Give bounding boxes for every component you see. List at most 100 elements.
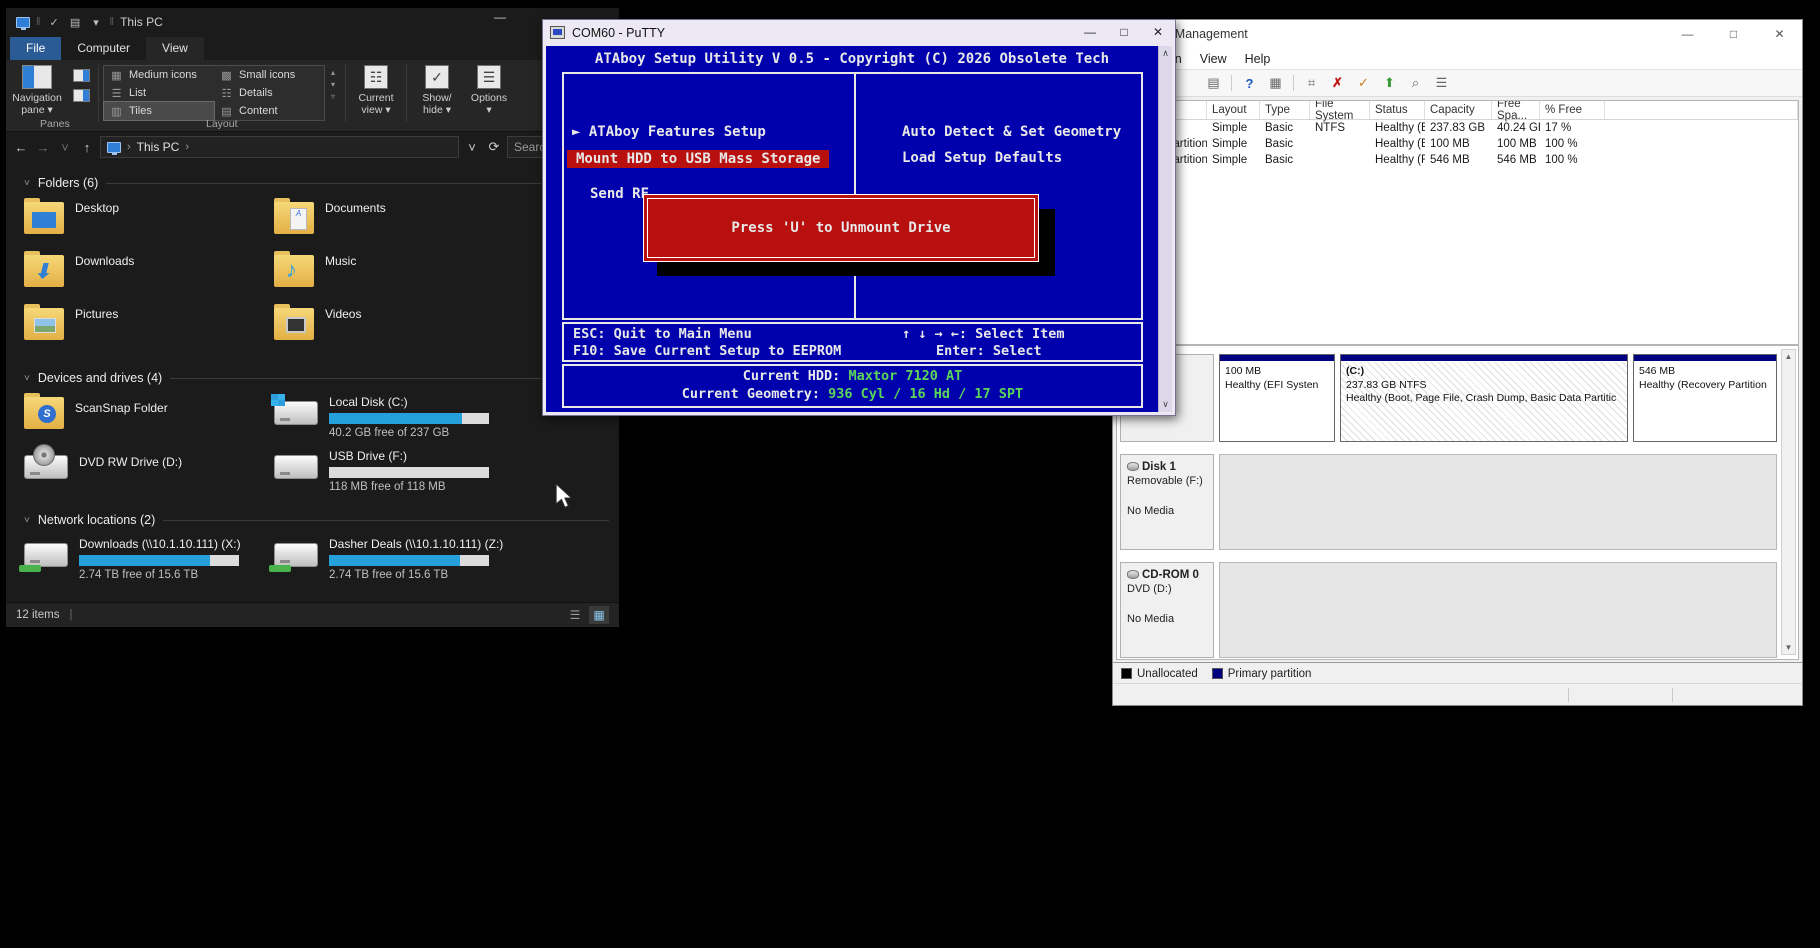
- primary-partition-stripe: [1220, 355, 1334, 362]
- layout-small-icons[interactable]: ▩ Small icons: [214, 66, 324, 84]
- collapse-chevron-icon[interactable]: ˅: [24, 515, 30, 526]
- scroll-up-icon[interactable]: ∧: [1162, 48, 1169, 59]
- col-type[interactable]: Type: [1260, 101, 1310, 119]
- menu-view[interactable]: View: [1200, 52, 1227, 66]
- back-icon[interactable]: ←: [12, 140, 30, 155]
- tab-view[interactable]: View: [146, 37, 204, 60]
- layout-more-icon[interactable]: ▿: [331, 92, 335, 101]
- up-icon[interactable]: ↑: [78, 140, 96, 155]
- scroll-up-icon[interactable]: ▲: [1785, 352, 1793, 361]
- tab-computer[interactable]: Computer: [61, 37, 146, 60]
- volume-row-partition1[interactable]: partition 1) Simple Basic Healthy (E... …: [1117, 136, 1798, 152]
- layout-scroll-up-icon[interactable]: ▴: [331, 68, 335, 77]
- help-icon[interactable]: ?: [1241, 75, 1258, 92]
- minimize-button[interactable]: —: [485, 10, 515, 24]
- folder-tile-pictures[interactable]: Pictures: [24, 304, 274, 357]
- forward-icon[interactable]: →: [34, 140, 52, 155]
- menu-item-features-setup[interactable]: ► ATAboy Features Setup: [572, 124, 766, 140]
- collapse-chevron-icon[interactable]: ˅: [24, 178, 30, 189]
- mark-active-icon[interactable]: ✓: [1355, 75, 1372, 92]
- volume-row-partition4[interactable]: partition 4) Simple Basic Healthy (R... …: [1117, 152, 1798, 168]
- address-dropdown-icon[interactable]: ˅: [463, 140, 481, 155]
- col-filesystem[interactable]: File System: [1310, 101, 1370, 122]
- delete-volume-icon[interactable]: ✗: [1329, 75, 1346, 92]
- menu-item-auto-detect[interactable]: Auto Detect & Set Geometry: [902, 124, 1121, 140]
- layout-medium-icons[interactable]: ▦ Medium icons: [104, 66, 214, 84]
- volume-list: Layout Type File System Status Capacity …: [1116, 100, 1799, 345]
- layout-tiles[interactable]: ▥ Tiles: [103, 101, 215, 121]
- menu-help[interactable]: Help: [1245, 52, 1271, 66]
- disk1-label-panel[interactable]: Disk 1 Removable (F:) No Media: [1120, 454, 1214, 550]
- network-tile-z[interactable]: Dasher Deals (\\10.1.10.111) (Z:) 2.74 T…: [269, 535, 524, 589]
- disk1-unallocated-region[interactable]: [1219, 454, 1777, 550]
- layout-scroll-down-icon[interactable]: ▾: [331, 80, 335, 89]
- menu-item-load-defaults[interactable]: Load Setup Defaults: [902, 150, 1062, 166]
- cdrom-label-panel[interactable]: CD-ROM 0 DVD (D:) No Media: [1120, 562, 1214, 658]
- collapse-chevron-icon[interactable]: ˅: [24, 373, 30, 384]
- volume-row-c[interactable]: Simple Basic NTFS Healthy (B... 237.83 G…: [1117, 120, 1798, 136]
- partition-c[interactable]: (C:) 237.83 GB NTFS Healthy (Boot, Page …: [1340, 354, 1628, 442]
- drive-tile-dvd[interactable]: DVD RW Drive (D:): [24, 444, 274, 501]
- folder-tile-music[interactable]: ♪ Music: [274, 251, 524, 304]
- refresh-icon[interactable]: ⟳: [485, 139, 503, 155]
- terminal-scrollbar[interactable]: ∧ ∨: [1158, 46, 1172, 412]
- partition-efi[interactable]: 100 MB Healthy (EFI Systen: [1219, 354, 1335, 442]
- network-tile-x[interactable]: Downloads (\\10.1.10.111) (X:) 2.74 TB f…: [19, 535, 274, 589]
- maximize-button[interactable]: □: [1107, 20, 1141, 44]
- minimize-button[interactable]: —: [1665, 20, 1710, 47]
- layout-details[interactable]: ☷ Details: [214, 84, 324, 102]
- details-view-toggle-icon[interactable]: ☰: [565, 606, 585, 624]
- menu-item-send-reset[interactable]: Send RE: [590, 186, 649, 202]
- folder-tile-downloads[interactable]: ⬇ Downloads: [24, 251, 274, 304]
- folder-tile-desktop[interactable]: Desktop: [24, 198, 274, 251]
- maximize-button[interactable]: □: [1711, 20, 1756, 47]
- report-icon[interactable]: ▤: [1205, 75, 1222, 92]
- qat-new-folder-icon[interactable]: ▤: [68, 16, 83, 29]
- qat-customize-caret-icon[interactable]: ▾: [89, 16, 104, 29]
- properties-icon[interactable]: ☰: [1433, 75, 1450, 92]
- thumbnail-view-toggle-icon[interactable]: ▦: [589, 606, 609, 624]
- col-layout[interactable]: Layout: [1207, 101, 1260, 119]
- partition-recovery[interactable]: 546 MB Healthy (Recovery Partition: [1633, 354, 1777, 442]
- cdrom-media-region[interactable]: [1219, 562, 1777, 658]
- drive-tile-scansnap[interactable]: S ScanSnap Folder: [24, 393, 274, 447]
- diskmgmt-statusbar: [1113, 683, 1802, 705]
- details-pane-button[interactable]: [72, 89, 90, 102]
- navigation-pane-button[interactable]: Navigation pane ▾: [6, 60, 68, 116]
- section-network[interactable]: ˅ Network locations (2): [24, 511, 619, 529]
- extend-volume-icon[interactable]: ⬆: [1381, 75, 1398, 92]
- terminal-screen[interactable]: ATAboy Setup Utility V 0.5 - Copyright (…: [546, 46, 1158, 412]
- menu-item-mount-hdd[interactable]: Mount HDD to USB Mass Storage: [567, 150, 830, 168]
- current-view-button[interactable]: ☷ Current view ▾: [350, 60, 402, 116]
- qat-properties-icon[interactable]: ✓: [47, 16, 62, 29]
- close-button[interactable]: ✕: [1141, 20, 1175, 44]
- col-status[interactable]: Status: [1370, 101, 1425, 119]
- col-freespace[interactable]: Free Spa...: [1492, 101, 1540, 122]
- folder-tile-videos[interactable]: Videos: [274, 304, 524, 357]
- minimize-button[interactable]: —: [1073, 20, 1107, 44]
- cdrom-icon: [1127, 570, 1139, 579]
- section-folders[interactable]: ˅ Folders (6): [24, 174, 619, 192]
- scroll-down-icon[interactable]: ∨: [1162, 399, 1169, 410]
- drive-tile-usb[interactable]: USB Drive (F:) 118 MB free of 118 MB: [274, 447, 524, 501]
- folder-tile-documents[interactable]: A Documents: [274, 198, 524, 251]
- col-percentfree[interactable]: % Free: [1540, 101, 1605, 119]
- view-chart-icon[interactable]: ▦: [1267, 75, 1284, 92]
- tab-file[interactable]: File: [10, 37, 62, 60]
- close-button[interactable]: ✕: [1757, 20, 1802, 47]
- scroll-down-icon[interactable]: ▼: [1785, 643, 1793, 652]
- breadcrumb-this-pc[interactable]: This PC: [137, 140, 180, 154]
- preview-pane-button[interactable]: [72, 69, 90, 82]
- drive-tile-c[interactable]: Local Disk (C:) 40.2 GB free of 237 GB: [271, 393, 524, 447]
- col-capacity[interactable]: Capacity: [1425, 101, 1492, 119]
- graphical-view-scrollbar[interactable]: ▲ ▼: [1781, 349, 1796, 655]
- layout-list[interactable]: ☰ List: [104, 84, 214, 102]
- breadcrumb[interactable]: › This PC ›: [100, 136, 459, 158]
- videos-folder-icon: [274, 304, 314, 340]
- section-devices[interactable]: ˅ Devices and drives (4): [24, 369, 619, 387]
- explore-icon[interactable]: ⌕: [1407, 75, 1424, 92]
- show-hide-button[interactable]: ✓ Show/ hide ▾: [411, 60, 463, 116]
- options-button[interactable]: ☰ Options ▾: [463, 60, 515, 116]
- rescan-icon[interactable]: ⌗: [1303, 75, 1320, 92]
- recent-dropdown-icon[interactable]: ˅: [56, 140, 74, 155]
